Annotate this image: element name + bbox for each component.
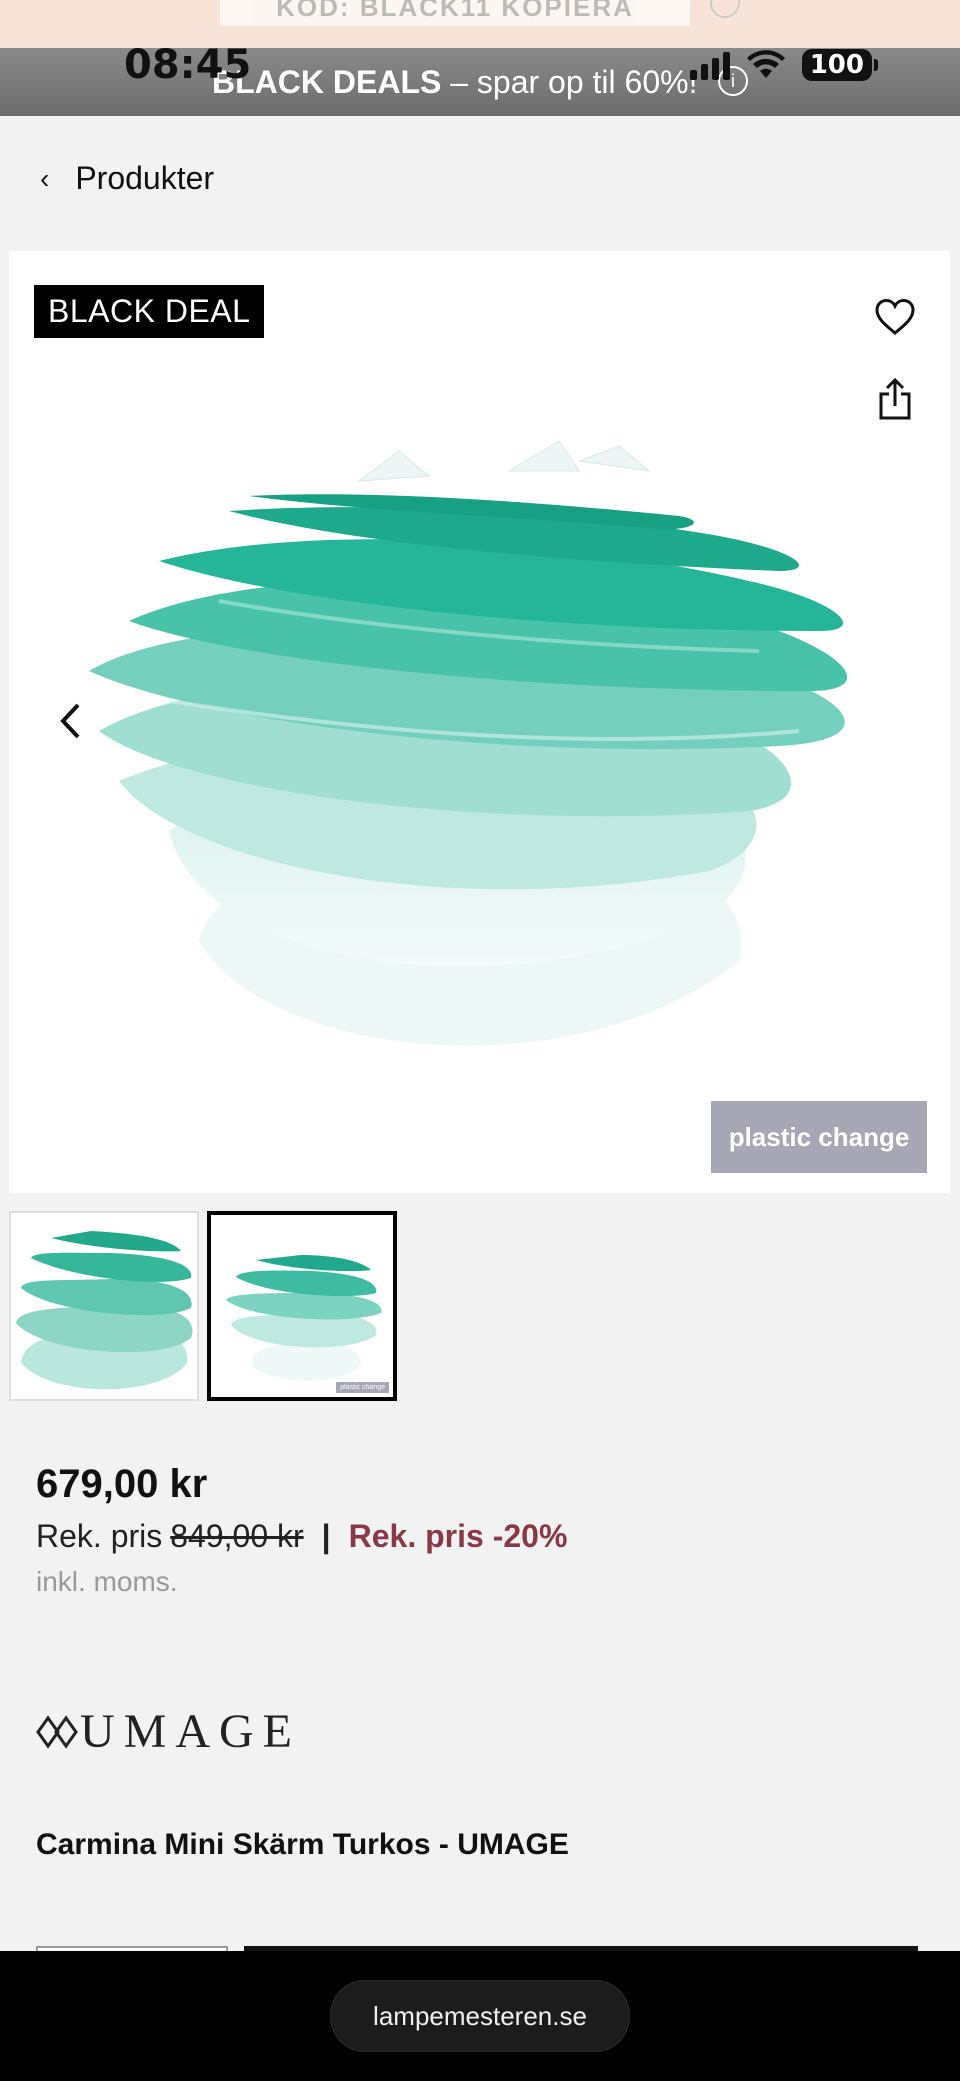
vat-note: inkl. moms. [36, 1566, 178, 1597]
favorite-button[interactable] [871, 293, 919, 341]
product-image-lamp [89, 440, 848, 1046]
breadcrumb-back[interactable]: ‹ Produkter [40, 160, 214, 197]
battery-tip [874, 59, 878, 71]
rek-label: Rek. pris [36, 1518, 163, 1554]
old-price: 849,00 kr [170, 1518, 304, 1554]
heart-icon [875, 298, 915, 335]
battery-indicator: 100 [801, 49, 872, 81]
umage-mark-icon [36, 1714, 78, 1749]
product-title: Carmina Mini Skärm Turkos - UMAGE [36, 1828, 569, 1861]
cellular-signal-icon [689, 50, 730, 80]
address-bar[interactable]: lampemesteren.se [330, 1980, 630, 2052]
price-separator: | [321, 1518, 331, 1554]
thumbnail-watermark: plastic change [336, 1382, 389, 1393]
promo-info-icon[interactable] [710, 0, 740, 18]
brand-name: UMAGE [80, 1705, 301, 1758]
back-link-label: Produkter [75, 160, 215, 196]
thumbnail-lamp-image [226, 1255, 382, 1381]
recommended-price-row: Rek. pris 849,00 kr | Rek. pris -20% [36, 1518, 567, 1555]
brand-logo[interactable]: UMAGE [36, 1704, 301, 1759]
chevron-left-icon: ‹ [40, 162, 50, 194]
black-deals-text: BLACK DEALS – spar op til 60%! [212, 64, 698, 100]
wifi-icon [746, 50, 785, 78]
discount-label: Rek. pris -20% [348, 1518, 568, 1554]
current-price: 679,00 kr [36, 1462, 208, 1506]
product-image-gallery[interactable]: BLACK DEAL plastic change [9, 251, 950, 1193]
status-time: 08:45 [124, 42, 252, 88]
black-deal-badge: BLACK DEAL [34, 285, 265, 338]
plastic-change-watermark: plastic change [711, 1101, 927, 1173]
thumbnail-lamp-image [16, 1231, 193, 1390]
promo-code[interactable]: KOD: BLACK11 KOPIERA [220, 0, 690, 26]
status-icons: 100 [689, 48, 878, 82]
thumbnail-1[interactable] [9, 1211, 199, 1401]
thumbnail-2-selected[interactable]: plastic change [207, 1211, 397, 1401]
